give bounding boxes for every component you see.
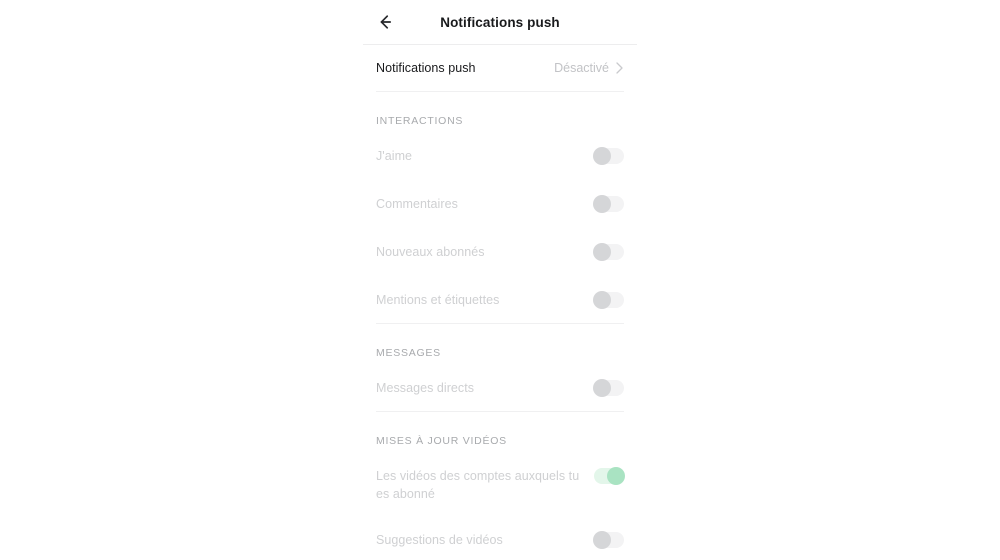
row-followed-accounts-videos[interactable]: Les vidéos des comptes auxquels tu es ab…	[363, 453, 637, 517]
back-button[interactable]	[371, 8, 399, 36]
settings-panel: Notifications push Notifications push Dé…	[363, 0, 637, 560]
chevron-right-icon	[615, 61, 624, 75]
row-label: Mentions et étiquettes	[376, 293, 500, 307]
row-label: Les vidéos des comptes auxquels tu es ab…	[376, 469, 580, 501]
row-label: J'aime	[376, 149, 413, 163]
section-title-messages: MESSAGES	[376, 347, 441, 359]
toggle-followed-accounts-videos[interactable]	[594, 467, 625, 485]
toggle-mentions-tags[interactable]	[593, 291, 624, 309]
toggle-direct-messages[interactable]	[593, 379, 624, 397]
settings-list: Notifications push Désactivé INTERACTION…	[363, 45, 637, 560]
arrow-left-icon	[375, 12, 395, 32]
row-direct-messages[interactable]: Messages directs	[363, 365, 637, 413]
toggle-suggested-videos[interactable]	[593, 531, 624, 549]
row-label: Messages directs	[376, 381, 475, 395]
row-new-followers[interactable]: Nouveaux abonnés	[363, 229, 637, 277]
toggle-knob	[593, 531, 611, 549]
row-label: Nouveaux abonnés	[376, 245, 485, 259]
toggle-comments[interactable]	[593, 195, 624, 213]
row-value-group: Désactivé	[554, 59, 624, 77]
row-label: Suggestions de vidéos	[376, 533, 503, 547]
toggle-new-followers[interactable]	[593, 243, 624, 261]
app-screen: Notifications push Notifications push Dé…	[0, 0, 1000, 560]
row-comments[interactable]: Commentaires	[363, 181, 637, 229]
row-suggested-videos[interactable]: Suggestions de vidéos	[363, 517, 637, 560]
page-title: Notifications push	[440, 14, 560, 30]
page-header: Notifications push	[363, 0, 637, 45]
toggle-likes[interactable]	[593, 147, 624, 165]
toggle-knob	[593, 291, 611, 309]
toggle-knob	[593, 243, 611, 261]
row-mentions-tags[interactable]: Mentions et étiquettes	[363, 277, 637, 325]
toggle-knob	[593, 379, 611, 397]
toggle-knob	[607, 467, 625, 485]
toggle-knob	[593, 195, 611, 213]
toggle-knob	[593, 147, 611, 165]
section-title-video-updates: MISES À JOUR VIDÉOS	[376, 435, 507, 447]
row-notifications-push[interactable]: Notifications push Désactivé	[363, 45, 637, 93]
row-label: Notifications push	[376, 61, 476, 75]
section-title-interactions: INTERACTIONS	[376, 115, 464, 127]
row-likes[interactable]: J'aime	[363, 133, 637, 181]
row-label: Commentaires	[376, 197, 458, 211]
status-value: Désactivé	[554, 61, 609, 75]
